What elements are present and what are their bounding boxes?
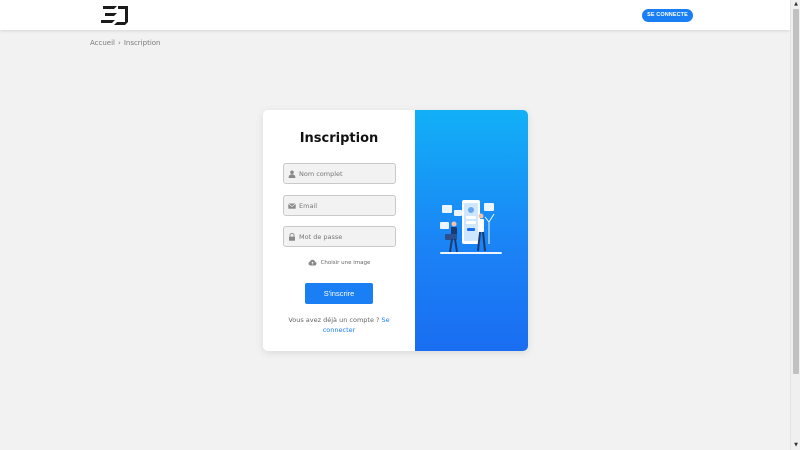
envelope-icon [288,202,296,209]
breadcrumb-home-link[interactable]: Accueil [90,39,115,47]
password-field[interactable]: Mot de passe [283,226,396,247]
login-nav-button[interactable]: SE CONNECTE [642,9,693,22]
scrollbar-thumb[interactable] [793,9,799,374]
scroll-down-arrow-icon[interactable]: ▼ [793,442,799,448]
scroll-up-arrow-icon[interactable]: ▲ [793,1,799,7]
breadcrumb-separator: › [118,39,121,47]
choose-image-button[interactable]: Choisir une image [263,259,415,266]
vertical-scrollbar[interactable]: ▲ ▼ [790,0,800,450]
lock-icon [289,232,295,241]
top-navbar: SE CONNECTE [0,0,790,30]
full-name-field[interactable]: Nom complet [283,163,396,184]
illustration-panel [415,110,528,351]
breadcrumb-current: Inscription [123,39,161,47]
email-placeholder: Email [299,201,318,210]
full-name-placeholder: Nom complet [299,169,343,178]
breadcrumb: Accueil › Inscription [90,39,160,47]
email-field[interactable]: Email [283,195,396,216]
brand-logo[interactable] [100,2,130,27]
signup-illustration [440,200,502,254]
choose-image-label: Choisir une image [320,259,371,266]
signup-submit-button[interactable]: S'inscrire [305,283,373,304]
login-prompt: Vous avez déjà un compte ? Se connecter [273,315,405,335]
signup-form: Inscription Nom complet Email Mot de pas… [263,110,415,351]
form-title: Inscription [299,131,379,146]
signup-card: Inscription Nom complet Email Mot de pas… [263,110,528,351]
password-placeholder: Mot de passe [299,232,343,241]
cloud-upload-icon [308,259,317,266]
user-icon [288,170,296,178]
login-prompt-text: Vous avez déjà un compte ? [288,316,380,324]
